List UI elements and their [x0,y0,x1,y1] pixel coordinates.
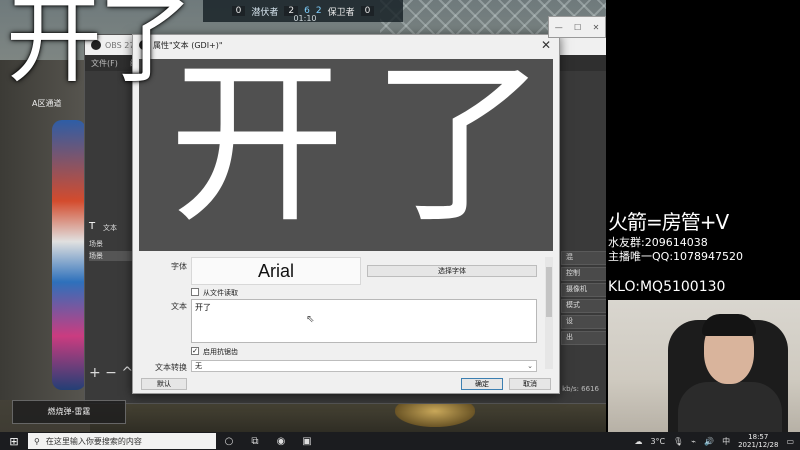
text-preview: 开了 [139,59,553,251]
close-icon[interactable]: ✕ [541,38,551,52]
ime-indicator[interactable]: 中 [722,436,730,447]
scrollbar[interactable] [545,257,553,369]
graffiti-pillar [52,120,86,390]
control-button[interactable]: 设 [561,315,607,329]
overlay-title: 火箭=房管+V [608,210,729,234]
team-b-score: 0 [360,6,375,16]
font-display: Arial [191,257,361,285]
scene-item[interactable]: 场景 [89,251,135,261]
search-placeholder: 在这里输入你要搜索的内容 [45,436,142,446]
klo-id: KLO:MQ5100130 [608,279,726,295]
scenes-header: 场景 [89,240,103,248]
notification-icon[interactable]: ▭ [786,437,794,446]
font-label: 字体 [171,262,187,271]
windows-taskbar: ⊞ ⚲ 在这里输入你要搜索的内容 ○ ⧉ ◉ ▣ ☁ 3°C 🎙 ⌁ 🔊 中 1… [0,432,800,450]
windows-start-icon[interactable]: ⊞ [0,432,28,450]
minimize-icon[interactable]: — [555,23,563,32]
bitrate-status: kb/s: 6616 [562,385,599,393]
microphone-icon[interactable]: 🎙 [673,437,683,446]
properties-dialog: 属性"文本 (GDI+)" ✕ 开了 字体 Arial 选择字体 从文件读取 文… [132,34,560,394]
streamer-hair [702,314,756,336]
app-taskbar-icon[interactable]: ▣ [294,436,320,447]
read-from-file-checkbox[interactable] [191,288,199,296]
control-button[interactable]: 模式 [561,299,607,313]
chevron-down-icon: ⌄ [527,362,533,370]
read-from-file-label: 从文件读取 [203,289,238,297]
system-tray: ☁ 3°C 🎙 ⌁ 🔊 中 18:57 2021/12/28 ▭ [634,432,794,450]
round-timer: 01:10 [293,14,317,23]
cancel-button[interactable]: 取消 [509,378,551,390]
transform-label: 文本转换 [155,363,187,372]
control-button[interactable]: 摄像机 [561,283,607,297]
taskbar-search[interactable]: ⚲ 在这里输入你要搜索的内容 [28,433,216,449]
location-label: A区通道 [32,99,62,108]
close-icon[interactable]: ✕ [593,23,600,32]
streamer-body [678,382,782,432]
text-input-value: 开了 [195,303,211,312]
score-left: 0 [231,6,246,16]
text-label: 文本 [171,302,187,311]
control-button[interactable]: 控制 [561,267,607,281]
scrollbar-thumb[interactable] [546,267,552,317]
choose-font-button[interactable]: 选择字体 [367,265,537,277]
obs-taskbar-icon[interactable]: ◉ [268,436,294,447]
cortana-icon[interactable]: ○ [216,436,242,447]
control-button[interactable]: 混 [561,251,607,265]
antialias-label: 启用抗锯齿 [203,348,238,356]
dialog-titlebar: 属性"文本 (GDI+)" [133,35,559,55]
transform-value: 无 [195,362,202,370]
overlay-watermark-text: 开了 [6,0,194,96]
control-button[interactable]: 出 [561,331,607,345]
webcam-feed [608,300,800,432]
weapon-badge: 燃烧弹-雷霆 [12,400,126,424]
ok-button[interactable]: 确定 [461,378,503,390]
task-view-icon[interactable]: ⧉ [242,436,268,447]
sources-label: 文本 [103,224,117,232]
clock-time: 18:57 [748,433,769,441]
window-controls: — ☐ ✕ [548,16,606,38]
text-source-icon: T [89,221,96,232]
controls-panel: 混 控制 摄像机 模式 设 出 [561,251,607,347]
text-input[interactable]: 开了 ⇖ [191,299,537,343]
scene-list-controls[interactable]: + − ^ [89,365,133,381]
transform-select[interactable]: 无 ⌄ [191,360,537,372]
volume-icon[interactable]: 🔊 [704,437,714,446]
clock[interactable]: 18:57 2021/12/28 [738,433,778,449]
search-icon: ⚲ [34,436,40,446]
preview-text: 开了 [169,59,553,247]
streamer-qq: 主播唯一QQ:1078947520 [608,250,744,263]
antialias-checkbox[interactable]: ✓ [191,347,199,355]
weather-temp: 3°C [650,436,666,446]
maximize-icon[interactable]: ☐ [574,23,581,32]
network-icon[interactable]: ⌁ [691,437,696,446]
defaults-button[interactable]: 默认 [141,378,187,390]
clock-date: 2021/12/28 [738,441,779,449]
weather-icon: ☁ [634,436,643,446]
mouse-cursor-icon: ⇖ [306,314,315,325]
